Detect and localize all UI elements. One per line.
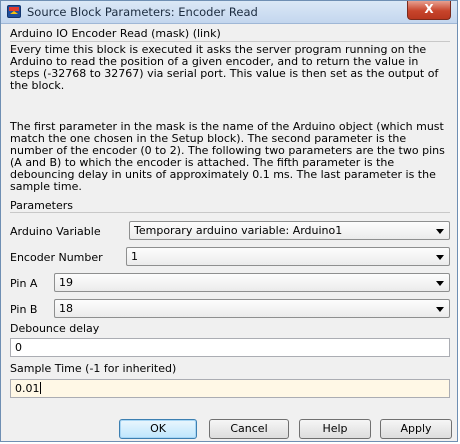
- pin-a-label: Pin A: [10, 277, 38, 290]
- sample-time-text: 0.01: [15, 382, 40, 395]
- cancel-button[interactable]: Cancel: [209, 419, 289, 439]
- help-button[interactable]: Help: [299, 419, 371, 439]
- debounce-delay-input[interactable]: 0: [10, 338, 450, 357]
- pin-b-value: 18: [59, 302, 73, 315]
- encoder-number-value: 1: [131, 250, 138, 263]
- chevron-down-icon: [436, 255, 444, 260]
- simulink-icon: [7, 5, 21, 18]
- dialog-window: Source Block Parameters: Encoder Read X …: [0, 0, 458, 442]
- dialog-content: Arduino IO Encoder Read (mask) (link) Ev…: [8, 23, 452, 415]
- description-group-title: Arduino IO Encoder Read (mask) (link): [10, 27, 221, 40]
- description-divider: [10, 41, 450, 42]
- chevron-down-icon: [436, 281, 444, 286]
- chevron-down-icon: [436, 229, 444, 234]
- description-paragraph-1: Every time this block is executed it ask…: [10, 43, 439, 92]
- button-bar: OK Cancel Help Apply: [1, 419, 457, 441]
- arduino-variable-value: Temporary arduino variable: Arduino1: [134, 224, 343, 237]
- parameters-divider: [10, 212, 450, 213]
- sample-time-input[interactable]: 0.01: [10, 379, 450, 398]
- sample-time-label: Sample Time (-1 for inherited): [10, 362, 177, 375]
- arduino-variable-label: Arduino Variable: [10, 225, 101, 238]
- text-cursor: [39, 382, 41, 394]
- ok-button[interactable]: OK: [119, 419, 197, 439]
- apply-button[interactable]: Apply: [380, 419, 452, 439]
- chevron-down-icon: [436, 307, 444, 312]
- window-title: Source Block Parameters: Encoder Read: [27, 5, 258, 19]
- parameters-group-title: Parameters: [10, 199, 73, 212]
- pin-b-select[interactable]: 18: [54, 299, 450, 318]
- close-button[interactable]: X: [407, 1, 451, 20]
- pin-b-label: Pin B: [10, 303, 38, 316]
- title-bar[interactable]: Source Block Parameters: Encoder Read X: [1, 1, 457, 24]
- arduino-variable-select[interactable]: Temporary arduino variable: Arduino1: [129, 221, 450, 240]
- debounce-delay-value: 0: [15, 341, 22, 354]
- pin-a-select[interactable]: 19: [54, 273, 450, 292]
- description-paragraph-2: The first parameter in the mask is the n…: [10, 120, 445, 193]
- debounce-delay-label: Debounce delay: [10, 322, 100, 335]
- sample-time-value: 0.01: [15, 382, 41, 395]
- encoder-number-select[interactable]: 1: [126, 247, 450, 266]
- pin-a-value: 19: [59, 276, 73, 289]
- encoder-number-label: Encoder Number: [10, 251, 103, 264]
